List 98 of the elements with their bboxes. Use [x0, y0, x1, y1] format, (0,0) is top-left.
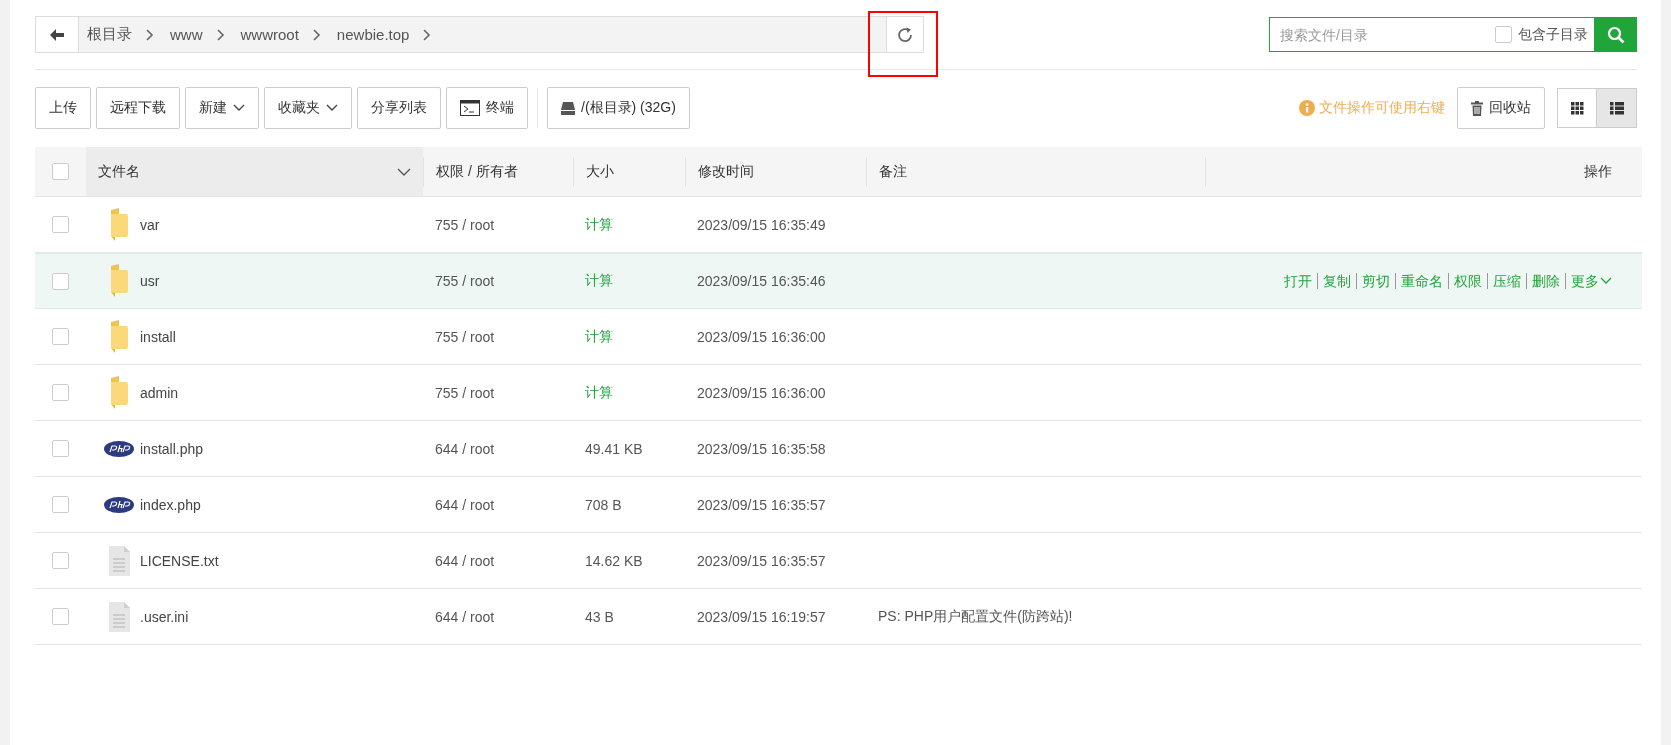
- checkbox[interactable]: [52, 608, 69, 625]
- info-icon: [1299, 100, 1315, 116]
- file-name[interactable]: var: [140, 216, 160, 233]
- chevron-down-icon: [397, 167, 411, 176]
- php-file-icon: [104, 496, 134, 513]
- table-cell: 2023/09/15 16:36:00: [697, 328, 826, 345]
- table-cell: 2023/09/15 16:35:58: [697, 440, 826, 457]
- column-header[interactable]: 权限 / 所有者: [436, 162, 518, 181]
- checkbox[interactable]: [1495, 26, 1512, 43]
- table-cell: 2023/09/15 16:19:57: [697, 608, 826, 625]
- caret-down-icon: [326, 104, 338, 112]
- grid-icon: [1570, 101, 1584, 115]
- column-header[interactable]: 备注: [879, 162, 907, 181]
- checkbox[interactable]: [52, 216, 69, 233]
- file-name[interactable]: index.php: [140, 496, 201, 513]
- column-header[interactable]: 文件名: [98, 162, 140, 181]
- toolbar-button[interactable]: /(根目录) (32G): [547, 87, 690, 129]
- toolbar-button[interactable]: 新建: [185, 87, 259, 129]
- file-name[interactable]: admin: [140, 384, 179, 401]
- file-row[interactable]: LICENSE.txt 644 / root 14.62 KB 2023/09/15 16:35:57: [35, 533, 1642, 589]
- table-cell: 14.62 KB: [585, 552, 643, 569]
- checkbox[interactable]: [52, 163, 69, 180]
- checkbox[interactable]: [52, 272, 69, 290]
- terminal-icon: [460, 100, 480, 116]
- toolbar-button[interactable]: 终端: [446, 87, 528, 129]
- chevron-right-icon: [216, 28, 225, 41]
- table-cell: 2023/09/15 16:35:57: [697, 496, 826, 513]
- file-row[interactable]: usr 755 / root 计算 2023/09/15 16:35:46 打开 复制 剪切 重命名 权限 压缩 删除 更多: [35, 253, 1642, 309]
- file-name[interactable]: install: [140, 328, 176, 345]
- column-header[interactable]: 操作: [1584, 162, 1612, 181]
- table-cell: 708 B: [585, 496, 622, 513]
- toolbar-button[interactable]: 收藏夹: [264, 87, 352, 129]
- breadcrumb-link[interactable]: newbie.top: [336, 26, 410, 43]
- toolbar-button[interactable]: 上传: [35, 87, 91, 129]
- search-bar[interactable]: 搜索文件/目录 包含子目录: [1269, 17, 1595, 52]
- search-button[interactable]: [1595, 17, 1637, 52]
- breadcrumb-link[interactable]: wwwroot: [240, 26, 299, 43]
- file-row[interactable]: install 755 / root 计算 2023/09/15 16:36:00: [35, 309, 1642, 365]
- refresh-button[interactable]: [886, 17, 923, 52]
- caret-down-icon: [233, 104, 245, 112]
- file-name[interactable]: install.php: [140, 440, 204, 457]
- disk-icon: [561, 101, 575, 115]
- recycle-bin-button[interactable]: 回收站: [1457, 87, 1545, 129]
- chevron-right-icon: [146, 28, 154, 41]
- refresh-icon: [896, 25, 914, 44]
- folder-icon: [108, 264, 130, 298]
- file-row[interactable]: index.php 644 / root 708 B 2023/09/15 16:35:57: [35, 477, 1642, 533]
- back-button[interactable]: [36, 17, 79, 52]
- table-cell: 43 B: [585, 608, 614, 625]
- table-cell: 644 / root: [435, 496, 495, 513]
- list-view-button[interactable]: [1597, 88, 1637, 128]
- table-cell: 644 / root: [435, 440, 495, 457]
- checkbox-label: 包含子目录: [1518, 25, 1588, 44]
- table-cell: 755 / root: [435, 328, 495, 345]
- folder-icon: [108, 207, 130, 242]
- php-file-icon: [104, 440, 134, 457]
- table-cell: 644 / root: [435, 608, 495, 625]
- file-row[interactable]: install.php 644 / root 49.41 KB 2023/09/15 16:35:58: [35, 421, 1642, 477]
- list-icon: [1609, 101, 1624, 115]
- folder-icon: [108, 375, 130, 410]
- table-cell: 755 / root: [435, 216, 495, 233]
- highlight-frame: [868, 11, 938, 77]
- search-icon: [1607, 25, 1625, 44]
- chevron-right-icon: [312, 28, 321, 41]
- breadcrumb-link[interactable]: 根目录: [87, 25, 132, 44]
- file-row[interactable]: admin 755 / root 计算 2023/09/15 16:36:00: [35, 365, 1642, 421]
- table-cell: 2023/09/15 16:35:57: [697, 552, 826, 569]
- column-header[interactable]: 修改时间: [698, 162, 754, 181]
- note-text: PS: PHP用户配置文件(防跨站)!: [878, 607, 1073, 626]
- grid-view-button[interactable]: [1557, 88, 1597, 128]
- checkbox[interactable]: [52, 440, 69, 457]
- file-name[interactable]: usr: [140, 273, 160, 289]
- back-arrow-icon: [50, 28, 64, 41]
- text-file-icon: [107, 601, 131, 632]
- table-cell: 2023/09/15 16:35:49: [697, 216, 826, 233]
- column-header[interactable]: 大小: [586, 162, 614, 181]
- toolbar-button[interactable]: 分享列表: [357, 87, 441, 129]
- checkbox[interactable]: [52, 328, 69, 345]
- chevron-right-icon: [423, 28, 432, 41]
- text-file-icon: [107, 545, 131, 576]
- caret-down-icon: [1600, 277, 1612, 285]
- hint-text: 文件操作可使用右键: [1319, 99, 1445, 117]
- trash-icon: [1471, 100, 1483, 116]
- checkbox[interactable]: [52, 496, 69, 513]
- checkbox[interactable]: [52, 384, 69, 401]
- checkbox[interactable]: [52, 552, 69, 569]
- file-name[interactable]: LICENSE.txt: [140, 552, 219, 569]
- table-cell: 755 / root: [435, 273, 495, 289]
- file-row[interactable]: .user.ini 644 / root 43 B 2023/09/15 16:19:57 PS: PHP用户配置文件(防跨站)!: [35, 589, 1642, 645]
- table-cell: 755 / root: [435, 384, 495, 401]
- breadcrumb-link[interactable]: www: [170, 26, 203, 43]
- folder-icon: [108, 319, 130, 354]
- file-name[interactable]: .user.ini: [140, 608, 189, 625]
- table-cell: 49.41 KB: [585, 440, 643, 457]
- table-cell: 644 / root: [435, 552, 495, 569]
- toolbar-button[interactable]: 远程下载: [96, 87, 180, 129]
- table-cell: 2023/09/15 16:35:46: [697, 273, 826, 289]
- table-cell: 2023/09/15 16:36:00: [697, 384, 826, 401]
